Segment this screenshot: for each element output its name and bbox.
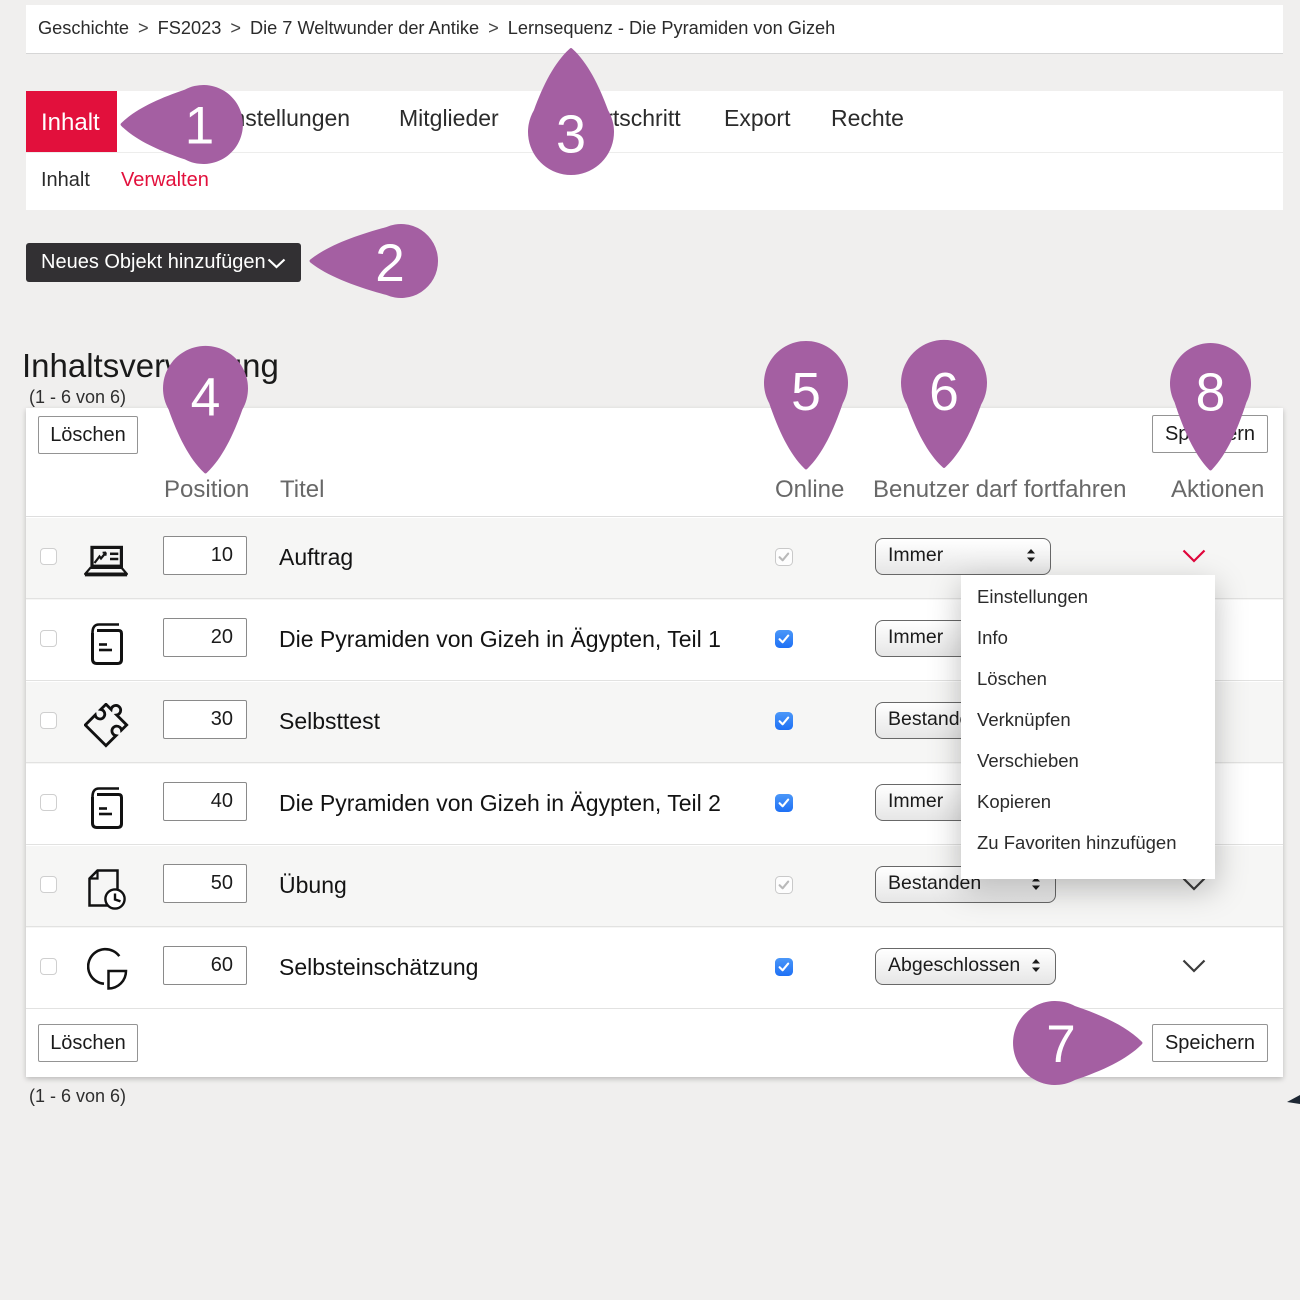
svg-text:7: 7 — [1046, 1015, 1075, 1074]
svg-text:6: 6 — [929, 363, 959, 422]
svg-text:5: 5 — [791, 363, 821, 422]
svg-text:2: 2 — [375, 234, 404, 293]
svg-text:1: 1 — [184, 96, 213, 155]
svg-text:3: 3 — [556, 104, 586, 164]
svg-text:8: 8 — [1196, 363, 1226, 422]
svg-text:4: 4 — [191, 368, 221, 427]
